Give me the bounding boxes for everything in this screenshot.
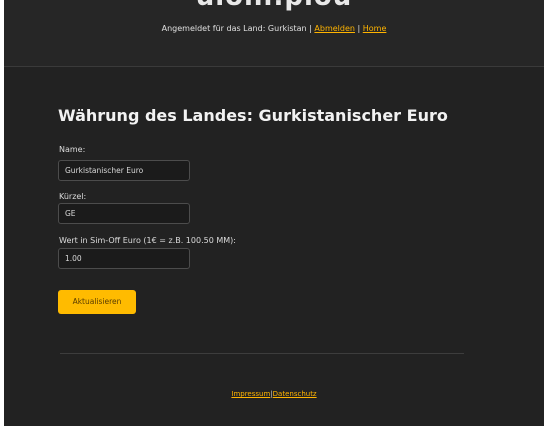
site-logo[interactable]: ulonl.plou bbox=[4, 0, 544, 12]
home-link[interactable]: Home bbox=[363, 24, 387, 33]
login-status-text: Angemeldet für das Land: Gurkistan | bbox=[161, 24, 312, 33]
update-button[interactable]: Aktualisieren bbox=[58, 290, 136, 314]
datenschutz-link[interactable]: Datenschutz bbox=[273, 390, 317, 398]
page-title: Währung des Landes: Gurkistanischer Euro bbox=[58, 106, 448, 125]
value-label: Wert in Sim-Off Euro (1€ = z.B. 100.50 M… bbox=[59, 236, 236, 245]
short-field[interactable]: GE bbox=[58, 203, 190, 224]
header: ulonl.plou Angemeldet für das Land: Gurk… bbox=[4, 0, 544, 67]
short-label: Kürzel: bbox=[59, 192, 87, 201]
impressum-link[interactable]: Impressum bbox=[231, 390, 270, 398]
login-status: Angemeldet für das Land: Gurkistan | Abm… bbox=[4, 24, 544, 33]
footer: Impressum|Datenschutz bbox=[4, 390, 544, 398]
name-label: Name: bbox=[59, 145, 86, 154]
name-field[interactable]: Gurkistanischer Euro bbox=[58, 160, 190, 181]
logout-link[interactable]: Abmelden bbox=[314, 24, 355, 33]
value-field[interactable]: 1.00 bbox=[58, 248, 190, 269]
separator: | bbox=[357, 24, 361, 33]
app-frame: ulonl.plou Angemeldet für das Land: Gurk… bbox=[4, 0, 544, 426]
divider bbox=[60, 353, 464, 354]
